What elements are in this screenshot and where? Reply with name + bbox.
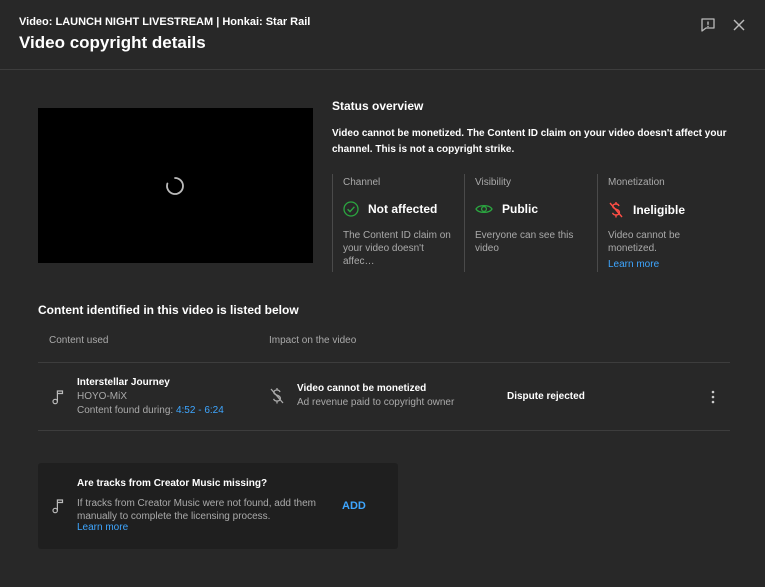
status-heading: Status overview: [332, 99, 424, 113]
monetization-value: Ineligible: [633, 203, 686, 217]
visibility-card: Visibility Public Everyone can see this …: [464, 174, 597, 272]
content-heading: Content identified in this video is list…: [38, 303, 299, 317]
no-money-icon: [609, 202, 623, 218]
content-found-during: Content found during: 4:52 - 6:24: [77, 405, 224, 416]
missing-tracks-card: Are tracks from Creator Music missing? I…: [38, 463, 398, 549]
table-row[interactable]: Interstellar Journey HOYO-MiX Content fo…: [38, 363, 730, 430]
no-money-icon: [270, 388, 284, 404]
more-vert-icon: [711, 390, 715, 404]
eye-icon: [475, 204, 493, 214]
content-found-label: Content found during:: [77, 405, 176, 416]
dispute-status: Dispute rejected: [507, 391, 585, 402]
channel-label: Channel: [343, 177, 381, 188]
more-options-button[interactable]: [705, 387, 721, 407]
timestamp-link[interactable]: 4:52 - 6:24: [176, 405, 224, 416]
close-button[interactable]: [729, 15, 749, 35]
add-button[interactable]: ADD: [342, 500, 366, 512]
monetization-card: Monetization Ineligible Video cannot be …: [597, 174, 732, 272]
close-icon: [733, 19, 745, 31]
dialog-title: Video copyright details: [19, 33, 206, 52]
status-description: Video cannot be monetized. The Content I…: [332, 128, 727, 155]
video-subtitle: Video: LAUNCH NIGHT LIVESTREAM | Honkai:…: [19, 16, 311, 28]
impact-subtitle: Ad revenue paid to copyright owner: [297, 397, 455, 408]
music-note-icon: [52, 390, 64, 405]
missing-learn-more-link[interactable]: Learn more: [77, 522, 128, 533]
status-cards: Channel Not affected The Content ID clai…: [332, 174, 732, 272]
monetization-value-row: Ineligible: [608, 201, 685, 219]
video-player[interactable]: [38, 108, 313, 263]
monetization-learn-more-link[interactable]: Learn more: [608, 259, 659, 270]
track-artist: HOYO-MiX: [77, 391, 127, 402]
feedback-icon: [701, 18, 715, 32]
music-note-icon: [52, 499, 64, 514]
column-header-content-used: Content used: [49, 335, 109, 346]
visibility-value-row: Public: [475, 201, 538, 217]
channel-value-row: Not affected: [343, 201, 437, 217]
table-divider: [38, 430, 730, 431]
feedback-button[interactable]: [698, 15, 718, 35]
visibility-value: Public: [502, 202, 539, 216]
dialog-header: Video: LAUNCH NIGHT LIVESTREAM | Honkai:…: [0, 0, 765, 70]
visibility-text: Everyone can see this video: [475, 230, 574, 254]
status-overview: Status overview Video cannot be monetize…: [332, 99, 732, 158]
loading-spinner-icon: [166, 177, 184, 195]
column-header-impact: Impact on the video: [269, 335, 357, 346]
channel-text: The Content ID claim on your video doesn…: [343, 230, 451, 267]
check-circle-icon: [343, 201, 359, 217]
monetization-text: Video cannot be monetized.: [608, 230, 681, 254]
monetization-label: Monetization: [608, 177, 665, 188]
impact-title: Video cannot be monetized: [297, 383, 427, 394]
channel-value: Not affected: [368, 202, 438, 216]
track-title: Interstellar Journey: [77, 377, 170, 388]
missing-tracks-text: If tracks from Creator Music were not fo…: [77, 498, 316, 522]
channel-card: Channel Not affected The Content ID clai…: [332, 174, 464, 272]
visibility-label: Visibility: [475, 177, 511, 188]
missing-tracks-title: Are tracks from Creator Music missing?: [77, 478, 268, 489]
